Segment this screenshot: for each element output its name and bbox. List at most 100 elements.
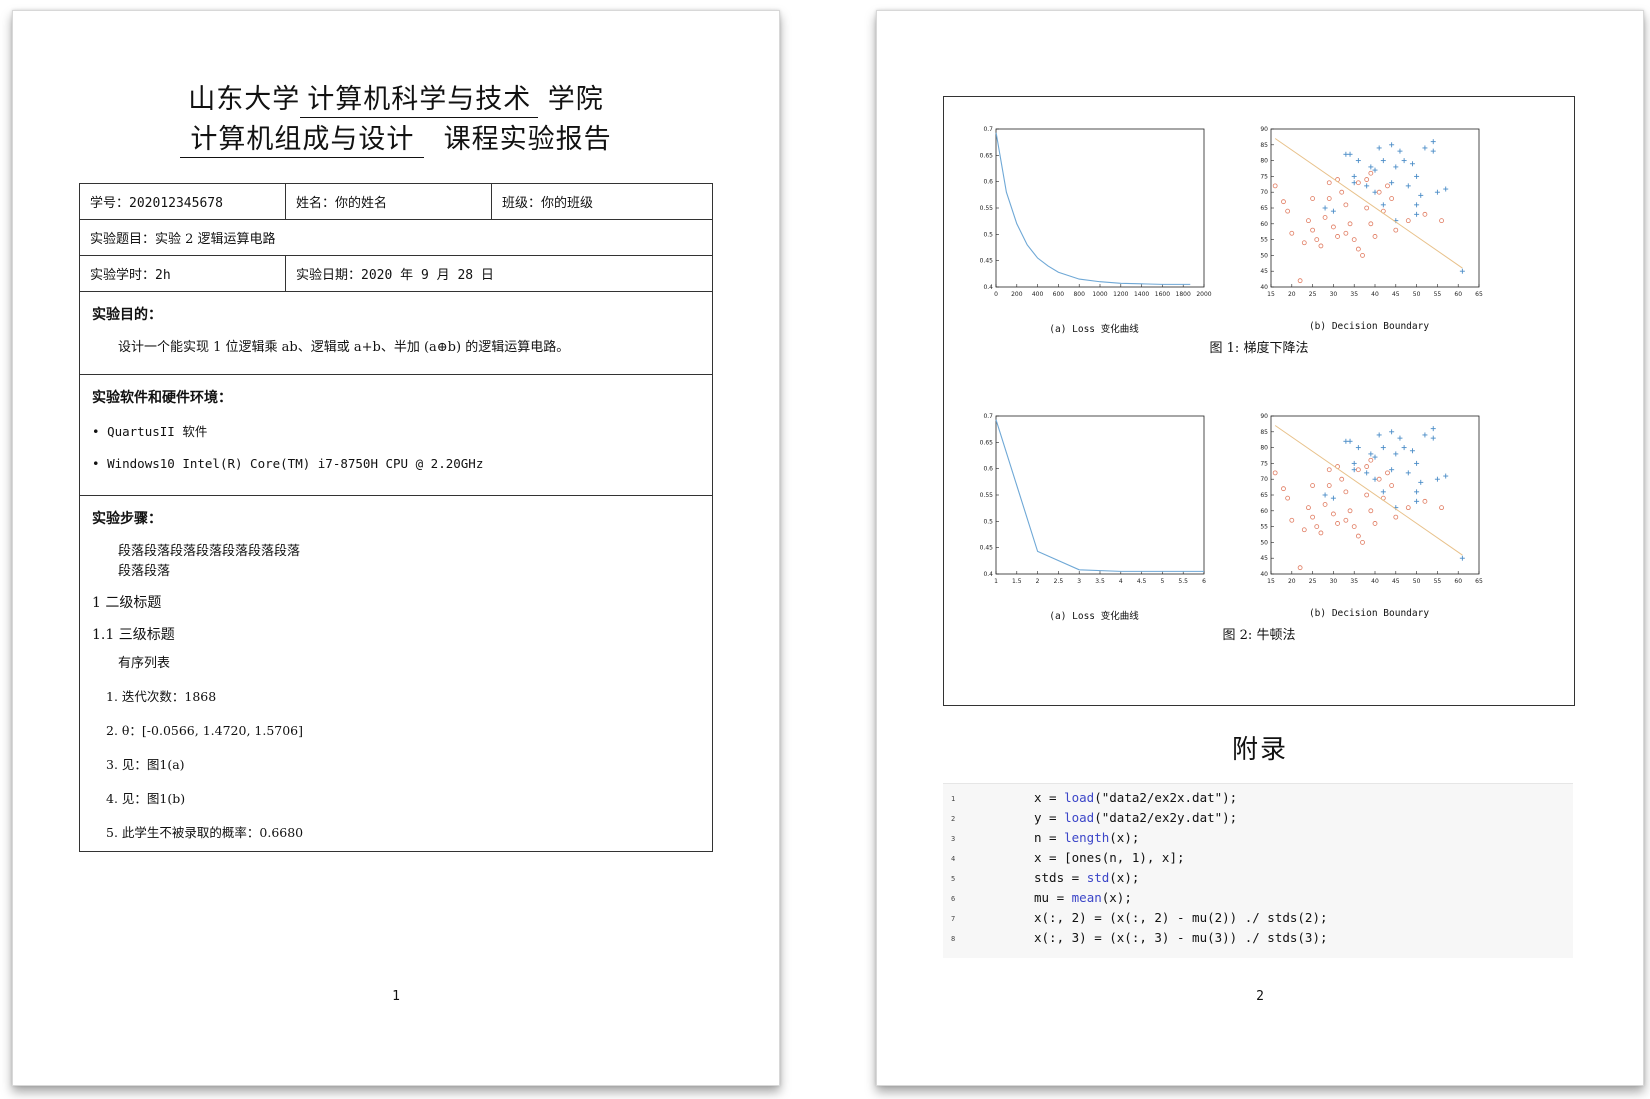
x-tick-label: 15 <box>1267 578 1275 585</box>
y-tick-label: 75 <box>1260 173 1268 180</box>
code-keyword: load <box>1064 790 1095 805</box>
x-tick-label: 25 <box>1309 578 1317 585</box>
list-item: 1. 迭代次数：1868 <box>106 689 217 704</box>
y-tick-label: 70 <box>1260 476 1268 483</box>
name-label: 姓名： <box>296 196 336 211</box>
x-tick-label: 20 <box>1288 578 1296 585</box>
y-tick-label: 0.55 <box>980 205 994 212</box>
x-tick-label: 3 <box>1077 578 1081 585</box>
y-tick-label: 50 <box>1260 539 1268 546</box>
code-line-number: 2 <box>951 815 956 823</box>
figure2-subcaption-a: (a) Loss 变化曲线 <box>1049 611 1139 622</box>
y-tick-label: 0.4 <box>983 571 993 578</box>
y-tick-label: 0.5 <box>983 231 993 238</box>
student-id-cell: 学号：202012345678 <box>80 184 285 219</box>
y-tick-label: 70 <box>1260 189 1268 196</box>
info-row-2: 实验题目：实验 2 逻辑运算电路 <box>80 220 712 256</box>
y-tick-label: 50 <box>1260 252 1268 259</box>
x-tick-label: 30 <box>1330 291 1338 298</box>
x-tick-label: 5.5 <box>1178 578 1188 585</box>
report-info-table: 学号：202012345678 姓名：你的姓名 班级：你的班级 实验题目：实验 … <box>79 183 713 852</box>
x-tick-label: 65 <box>1475 291 1483 298</box>
title-university: 山东大学 <box>188 84 301 115</box>
y-tick-label: 40 <box>1260 571 1268 578</box>
code-line-number: 3 <box>951 835 956 843</box>
x-tick-label: 2.5 <box>1054 578 1064 585</box>
environment-item-text: Windows10 Intel(R) Core(TM) i7-8750H CPU… <box>107 456 484 471</box>
x-tick-label: 45 <box>1392 291 1400 298</box>
title-college-field: 计算机科学与技术 <box>300 83 539 118</box>
environment-section: 实验软件和硬件环境： • QuartusII 软件 • Windows10 In… <box>80 375 712 496</box>
plot-area <box>995 415 1205 575</box>
hours-cell: 实验学时：2h <box>80 256 285 291</box>
x-tick-label: 1600 <box>1155 291 1170 298</box>
figure1-caption: 图 1: 梯度下降法 <box>1209 341 1309 356</box>
title-line-1: 山东大学 计算机科学与技术 学院 <box>13 83 779 118</box>
x-tick-label: 0 <box>994 291 998 298</box>
code-keyword: load <box>1064 810 1095 825</box>
loss-chart-gradient-descent: 0 200 400 600 800 1000 1200 1400 1600 1800 2000 0.4… <box>980 126 1212 298</box>
page-number: 1 <box>392 989 400 1004</box>
name-cell: 姓名：你的姓名 <box>285 184 491 219</box>
title-line-2: 计算机组成与设计 课程实验报告 <box>13 123 779 158</box>
y-tick-label: 45 <box>1260 268 1268 275</box>
code-keyword: std <box>1086 870 1110 885</box>
list-item: 3. 见：图1(a) <box>106 757 185 772</box>
code-line-text: x(:, 2) = (x(:, 2) - mu(2)) ./ stds(2); <box>1034 910 1328 925</box>
y-tick-label: 0.55 <box>980 492 994 499</box>
purpose-heading: 实验目的： <box>92 307 162 323</box>
x-tick-label: 1000 <box>1092 291 1107 298</box>
hours-label: 实验学时： <box>90 268 156 283</box>
steps-paragraph-line: 段落段落 <box>118 564 171 579</box>
y-tick-label: 0.6 <box>983 466 993 473</box>
x-tick-label: 1200 <box>1113 291 1128 298</box>
decision-boundary-chart-gradient-descent: 15 20 25 30 35 40 45 50 55 60 65 40 45 50 55 60 65 70 75 80… <box>1260 126 1483 298</box>
x-tick-label: 6 <box>1202 578 1206 585</box>
x-tick-label: 2 <box>1036 578 1040 585</box>
plot-area <box>995 128 1205 288</box>
y-tick-label: 90 <box>1260 126 1268 133</box>
x-tick-label: 50 <box>1413 291 1421 298</box>
x-tick-label: 25 <box>1309 291 1317 298</box>
code-line-text: y = load("data2/ex2y.dat"); <box>1034 810 1238 825</box>
x-tick-label: 800 <box>1073 291 1085 298</box>
x-tick-label: 1.5 <box>1012 578 1022 585</box>
code-line-text: n = length(x); <box>1034 830 1140 845</box>
x-tick-label: 60 <box>1454 578 1462 585</box>
x-tick-label: 55 <box>1434 291 1442 298</box>
x-tick-label: 4 <box>1119 578 1123 585</box>
environment-item: • Windows10 Intel(R) Core(TM) i7-8750H C… <box>92 456 484 471</box>
code-keyword: length <box>1064 830 1110 845</box>
environment-heading: 实验软件和硬件环境： <box>92 390 232 406</box>
student-id-label: 学号： <box>90 196 130 211</box>
y-tick-label: 85 <box>1260 429 1268 436</box>
date-value: 2020 年 9 月 28 日 <box>361 268 494 283</box>
topic-cell: 实验题目：实验 2 逻辑运算电路 <box>80 220 712 255</box>
report-page-2: 0 200 400 600 800 1000 1200 1400 1600 1800 2000 0.4… <box>876 10 1644 1086</box>
code-line-number: 1 <box>951 795 956 803</box>
figure1-subcaption-a: (a) Loss 变化曲线 <box>1049 324 1139 335</box>
title-college-suffix: 学院 <box>547 84 604 115</box>
class-cell: 班级：你的班级 <box>491 184 712 219</box>
x-tick-label: 600 <box>1053 291 1065 298</box>
ordered-list: 1. 迭代次数：1868 2. θ：[-0.0566, 1.4720, 1.57… <box>106 686 700 841</box>
list-item: 2. θ：[-0.0566, 1.4720, 1.5706] <box>106 723 304 738</box>
code-keyword: mean <box>1071 890 1102 905</box>
section-heading-level2: 1 二级标题 <box>92 595 162 611</box>
x-tick-label: 20 <box>1288 291 1296 298</box>
y-tick-label: 80 <box>1260 158 1268 165</box>
info-row-3: 实验学时：2h 实验日期：2020 年 9 月 28 日 <box>80 256 712 292</box>
hours-value: 2h <box>155 268 171 283</box>
page-number: 2 <box>1256 989 1264 1004</box>
y-tick-label: 65 <box>1260 492 1268 499</box>
y-tick-label: 0.45 <box>980 258 994 265</box>
x-tick-label: 35 <box>1350 578 1358 585</box>
student-id-value: 202012345678 <box>129 196 223 211</box>
y-tick-label: 0.4 <box>983 284 993 291</box>
environment-item-text: QuartusII 软件 <box>107 424 208 439</box>
topic-label: 实验题目： <box>90 232 156 247</box>
y-tick-label: 55 <box>1260 237 1268 244</box>
y-tick-label: 60 <box>1260 221 1268 228</box>
y-tick-label: 55 <box>1260 524 1268 531</box>
code-line-number: 6 <box>951 895 956 903</box>
